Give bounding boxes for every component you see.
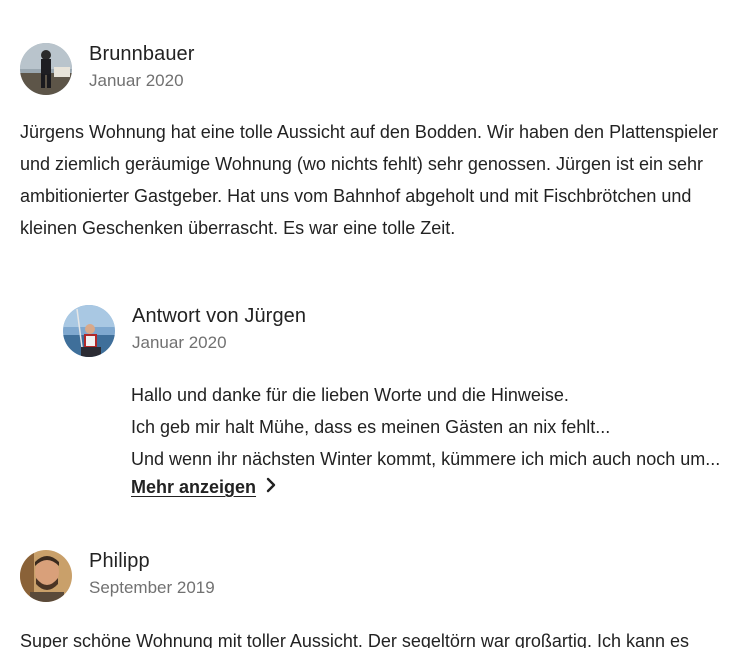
response-text-line: Und wenn ihr nächsten Winter kommt, kümm… bbox=[131, 449, 721, 469]
user-avatar-photo-icon bbox=[20, 43, 72, 95]
reviews-section: Brunnbauer Januar 2020 Jürgens Wohnung h… bbox=[0, 0, 746, 648]
reviewer-name: Philipp bbox=[89, 550, 150, 572]
response-date: Januar 2020 bbox=[132, 333, 227, 352]
host-response: Antwort von Jürgen Januar 2020 bbox=[63, 305, 746, 361]
review-text-line: und ziemlich geräumige Wohnung (wo nicht… bbox=[20, 154, 704, 174]
review-text: Jürgens Wohnung hat eine tolle Aussicht … bbox=[20, 116, 718, 244]
review-text-line: Super schöne Wohnung mit toller Aussicht… bbox=[20, 631, 689, 648]
review-item: Philipp September 2019 bbox=[20, 550, 746, 606]
review-header: Philipp September 2019 bbox=[20, 550, 746, 606]
user-avatar-photo-icon bbox=[20, 550, 72, 602]
review-text-line: ambitionierter Gastgeber. Hat uns vom Ba… bbox=[20, 186, 692, 206]
host-avatar[interactable] bbox=[63, 305, 115, 357]
response-text-line: Hallo und danke für die lieben Worte und… bbox=[131, 385, 569, 405]
show-more-label: Mehr anzeigen bbox=[131, 477, 257, 497]
response-text-line: Ich geb mir halt Mühe, dass es meinen Gä… bbox=[131, 417, 611, 437]
show-more-button[interactable]: Mehr anzeigen bbox=[131, 477, 276, 498]
review-header: Brunnbauer Januar 2020 bbox=[20, 43, 746, 99]
response-text: Hallo und danke für die lieben Worte und… bbox=[131, 379, 720, 475]
review-text: Super schöne Wohnung mit toller Aussicht… bbox=[20, 625, 689, 648]
chevron-right-icon bbox=[266, 477, 276, 498]
response-header: Antwort von Jürgen Januar 2020 bbox=[63, 305, 746, 361]
review-date: September 2019 bbox=[89, 578, 215, 597]
response-title: Antwort von Jürgen bbox=[132, 305, 307, 327]
reviewer-avatar[interactable] bbox=[20, 43, 72, 95]
review-text-line: kleinen Geschenken überrascht. Es war ei… bbox=[20, 218, 456, 238]
review-item: Brunnbauer Januar 2020 bbox=[20, 43, 746, 99]
review-date: Januar 2020 bbox=[89, 71, 184, 90]
reviewer-name: Brunnbauer bbox=[89, 43, 195, 65]
reviewer-avatar[interactable] bbox=[20, 550, 72, 602]
host-avatar-photo-icon bbox=[63, 305, 115, 357]
review-text-line: Jürgens Wohnung hat eine tolle Aussicht … bbox=[20, 122, 719, 142]
